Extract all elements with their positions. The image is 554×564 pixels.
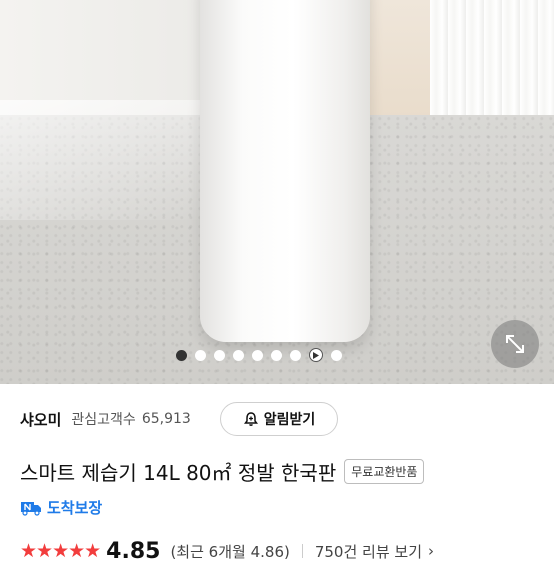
product-title-row: 스마트 제습기 14L 80㎡ 정발 한국판 무료교환반품 — [20, 456, 540, 486]
chevron-right-icon: › — [428, 542, 435, 560]
followers-count: 65,913 — [141, 411, 191, 427]
carousel-dot[interactable] — [290, 349, 301, 361]
background-light — [0, 100, 210, 220]
followers-label: 관심고객수 — [71, 412, 136, 428]
carousel-indicator — [176, 348, 342, 362]
free-return-badge: 무료교환반품 — [344, 458, 425, 484]
bell-plus-icon — [243, 412, 258, 426]
delivery-badge-icon — [21, 502, 41, 516]
expand-image-button[interactable] — [491, 320, 539, 368]
expand-icon — [506, 335, 524, 353]
carousel-dot[interactable] — [214, 349, 225, 361]
delivery-guarantee: 도착보장 — [20, 496, 102, 518]
play-icon — [313, 351, 319, 359]
divider — [301, 544, 303, 558]
brand-row: 샤오미 관심고객수 65,913 알림받기 — [20, 402, 534, 436]
product-dehumidifier-image — [200, 0, 370, 342]
carousel-dot[interactable] — [176, 349, 187, 361]
carousel-dot[interactable] — [331, 349, 342, 361]
delivery-guarantee-label: 도착보장 — [47, 498, 103, 517]
product-title: 스마트 제습기 14L 80㎡ 정발 한국판 — [20, 460, 337, 485]
subscribe-alert-label: 알림받기 — [263, 412, 316, 428]
rating-row: ★★★★★ 4.85 (최근 6개월 4.86) 750건 리뷰 보기 › — [20, 538, 554, 564]
background-curtain — [430, 0, 554, 124]
carousel-video-dot[interactable] — [309, 348, 323, 362]
brand-name[interactable]: 샤오미 — [20, 409, 61, 430]
carousel-dot[interactable] — [252, 349, 263, 361]
subscribe-alert-button[interactable]: 알림받기 — [220, 402, 338, 436]
carousel-dot[interactable] — [233, 349, 244, 361]
product-image-carousel[interactable] — [0, 0, 554, 384]
carousel-dot[interactable] — [271, 349, 282, 361]
carousel-dot[interactable] — [195, 349, 206, 361]
rating-score: 4.85 — [106, 538, 161, 564]
star-rating-icon: ★★★★★ — [20, 540, 101, 562]
review-link[interactable]: 750건 리뷰 보기 — [315, 541, 422, 562]
recent-rating: (최근 6개월 4.86) — [170, 542, 290, 561]
